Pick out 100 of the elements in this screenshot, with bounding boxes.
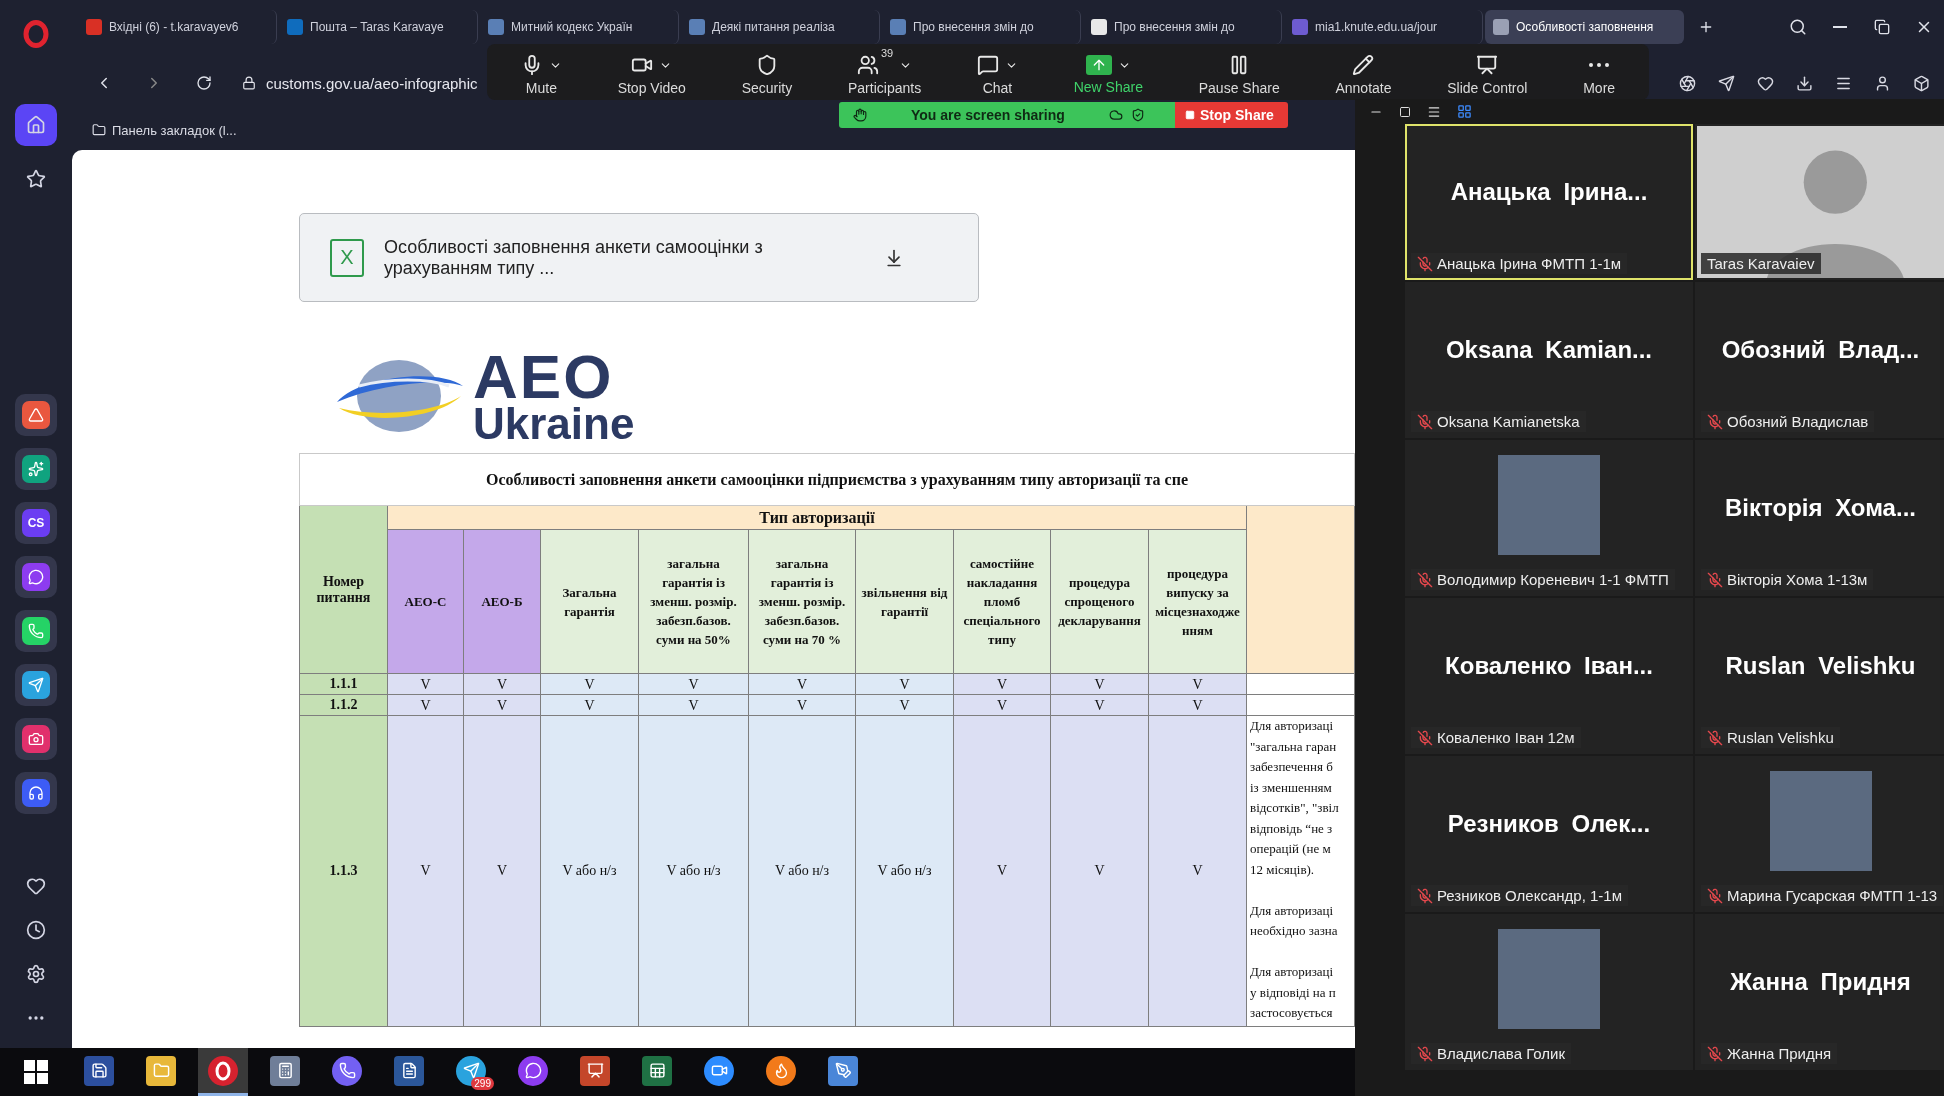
browser-tab[interactable]: Пошта – Taras Karavaye xyxy=(279,10,478,44)
telegram-icon xyxy=(28,677,44,693)
slides-icon xyxy=(1476,54,1499,76)
participant-tile[interactable]: Ruslan Velishku Ruslan Velishku xyxy=(1695,598,1944,754)
participant-name: Обозний Влад... xyxy=(1721,336,1920,364)
participant-tile[interactable]: Володимир Кореневич 1-1 ФМТП xyxy=(1405,440,1693,596)
participant-tile[interactable]: Обозний Влад... Обозний Владислав xyxy=(1695,282,1944,438)
participant-tile[interactable]: Taras Karavaiev xyxy=(1695,124,1944,280)
sharing-status-text: You are screen sharing xyxy=(911,107,1065,123)
column-header: самостійне накладання пломб спеціального типу xyxy=(953,529,1051,674)
table-cell: V xyxy=(1050,715,1149,1026)
site-favicon-icon xyxy=(1091,19,1107,35)
stop-share-button[interactable]: Stop Share xyxy=(1175,102,1288,128)
download-icon[interactable] xyxy=(1796,74,1813,92)
lock-icon xyxy=(242,76,256,90)
row-number-cell: 1.1.1 xyxy=(299,673,388,695)
more-icon xyxy=(1589,63,1610,67)
settings-icon[interactable] xyxy=(26,964,46,984)
participant-label: Владислава Голик xyxy=(1411,1043,1571,1064)
browser-tab[interactable]: Особливості заповнення xyxy=(1485,10,1684,44)
hand-icon xyxy=(853,108,867,122)
chat-toolbar-button[interactable]: Chat xyxy=(972,46,1022,98)
row-number-cell: 1.1.2 xyxy=(299,694,388,716)
participant-tile[interactable]: Марина Гусарская ФМТП 1-13 xyxy=(1695,756,1944,912)
column-header: звільнення від гарантії xyxy=(855,529,954,674)
aperture-icon[interactable] xyxy=(1679,74,1696,92)
table-cell: V xyxy=(387,715,464,1026)
mic-toolbar-button[interactable]: Mute xyxy=(516,46,566,98)
column-header: АЕО-С xyxy=(387,529,464,674)
browser-tab[interactable]: Вхідні (6) - t.karavayev6 xyxy=(78,10,277,44)
video-toolbar-button[interactable]: Stop Video xyxy=(613,46,690,98)
music-app-button[interactable] xyxy=(15,772,57,814)
participant-name: Анацька Ірина... xyxy=(1450,178,1648,206)
folder-glyph-icon xyxy=(152,1062,170,1079)
participant-label: Вікторія Хома 1-13м xyxy=(1701,569,1874,590)
pen-tool-glyph-icon xyxy=(834,1062,852,1079)
ring-icon xyxy=(214,1060,232,1081)
heart-icon[interactable] xyxy=(1757,74,1774,92)
more-toolbar-button[interactable]: More xyxy=(1579,46,1620,98)
search-icon xyxy=(1789,18,1807,36)
spreadsheet-file-icon: X xyxy=(330,238,364,277)
messenger-app-button[interactable] xyxy=(15,556,57,598)
participant-label: Taras Karavaiev xyxy=(1701,253,1821,274)
participant-tile[interactable]: Oksana Kamian... Oksana Kamianetska xyxy=(1405,282,1693,438)
send-icon[interactable] xyxy=(1718,74,1735,92)
minimize-icon xyxy=(1833,26,1847,28)
site-favicon-icon xyxy=(689,19,705,35)
telegram-app-button[interactable] xyxy=(15,664,57,706)
column-header: загальна гарантія із зменш. розмір. забезп.базов. суми на 50% xyxy=(638,529,749,674)
grid-view-icon[interactable] xyxy=(1457,104,1472,119)
calculator-glyph-icon xyxy=(276,1062,294,1079)
column-header: загальна гарантія із зменш. розмір. забезп.базов. суми на 70 % xyxy=(748,529,856,674)
participant-tile[interactable]: Жанна Придня Жанна Придня xyxy=(1695,914,1944,1070)
heart-icon[interactable] xyxy=(26,876,46,896)
participant-name: Oksana Kamian... xyxy=(1445,336,1653,364)
participant-tile[interactable]: Анацька Ірина... Анацька Ірина ФМТП 1-1м xyxy=(1405,124,1693,280)
participant-label: Анацька Ірина ФМТП 1-1м xyxy=(1411,253,1628,274)
people-icon xyxy=(856,54,879,76)
participant-label: Коваленко Іван 12м xyxy=(1411,727,1581,748)
home-icon xyxy=(26,115,46,135)
note-cell: Для авторизаці "загальна гаран забезпечення б із зменшенням відсотків", "звіл відповідь “не з операцій (не м 12 місяців). Для авторизаці необхідно зазна Для авторизаці у відповіді на п застосовується xyxy=(1246,715,1355,1026)
table-cell: V xyxy=(953,715,1051,1026)
site-favicon-icon xyxy=(1493,19,1509,35)
cube-icon[interactable] xyxy=(1913,74,1930,92)
home-button[interactable] xyxy=(15,104,57,146)
clock-icon[interactable] xyxy=(26,920,46,940)
site-favicon-icon xyxy=(86,19,102,35)
cs-app-button[interactable]: CS xyxy=(15,502,57,544)
music-icon xyxy=(28,785,44,801)
participant-label: Oksana Kamianetska xyxy=(1411,411,1586,432)
participant-count: 39 xyxy=(880,48,894,59)
bookmarks-folder-link[interactable]: Панель закладок (l... xyxy=(112,122,237,138)
column-header: АЕО-Б xyxy=(463,529,541,674)
participant-label: Марина Гусарская ФМТП 1-13 xyxy=(1701,885,1944,906)
participant-name: Вікторія Хома... xyxy=(1725,494,1916,522)
security-toolbar-button[interactable]: Security xyxy=(737,46,797,98)
opera-logo-icon[interactable] xyxy=(23,20,49,48)
slides-toolbar-button[interactable]: Slide Control xyxy=(1443,46,1532,98)
participants-toolbar-button[interactable]: 39 Participants xyxy=(844,46,926,98)
restore-icon xyxy=(1874,19,1890,35)
participant-tile[interactable]: Коваленко Іван... Коваленко Іван 12м xyxy=(1405,598,1693,754)
window-icon[interactable] xyxy=(1399,105,1411,118)
download-icon[interactable] xyxy=(884,247,904,268)
table-cell: V або н/з xyxy=(540,715,639,1026)
pause-toolbar-button[interactable]: Pause Share xyxy=(1194,46,1284,98)
participant-tile[interactable]: Владислава Голик xyxy=(1405,914,1693,1070)
windows-start-icon[interactable] xyxy=(24,1060,48,1084)
column-header: процедура випуску за місцезнаходженням xyxy=(1148,529,1247,674)
share-toolbar-button[interactable]: New Share xyxy=(1069,47,1147,97)
annotate-toolbar-button[interactable]: Annotate xyxy=(1331,46,1396,98)
list-view-icon[interactable] xyxy=(1427,104,1441,119)
participant-name: Коваленко Іван... xyxy=(1445,652,1653,680)
participant-tile[interactable]: Вікторія Хома... Вікторія Хома 1-13м xyxy=(1695,440,1944,596)
address-field[interactable]: customs.gov.ua/aeo-infographic xyxy=(266,74,478,92)
folder-icon xyxy=(92,123,106,137)
star-icon xyxy=(26,169,46,189)
table-title: Особливості заповнення анкети самооцінки підприємства з урахуванням типу авторизації та спе xyxy=(299,453,1355,506)
column-header: Номер питання xyxy=(299,505,388,674)
profile-icon[interactable] xyxy=(1874,74,1891,92)
participant-tile[interactable]: Резников Олек... Резников Олександр, 1-1м xyxy=(1405,756,1693,912)
